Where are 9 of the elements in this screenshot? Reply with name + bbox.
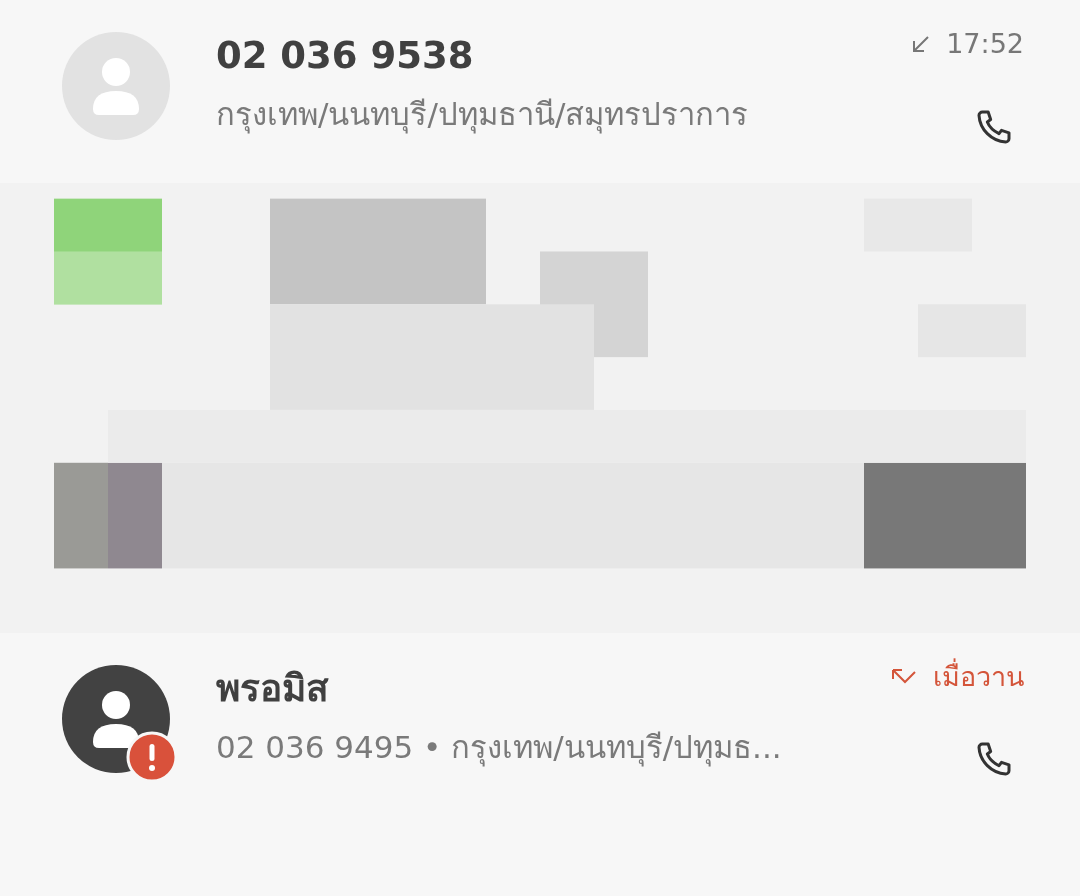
warning-badge-icon [126, 730, 178, 783]
caller-details: กรุงเทพ/นนทบุรี/ปทุมธานี/สมุทรปราการ [216, 95, 750, 136]
caller-name: พรอมิส [216, 665, 330, 712]
person-icon [91, 57, 141, 115]
caller-details: 02 036 9495 • กรุงเทพ/นนทบุรี/ปทุมธ... [216, 727, 783, 769]
call-time: เมื่อวาน [933, 657, 1024, 694]
call-time: 17:52 [946, 27, 1024, 61]
person-icon [91, 689, 141, 748]
caller-name: 02 036 9538 [216, 33, 475, 79]
